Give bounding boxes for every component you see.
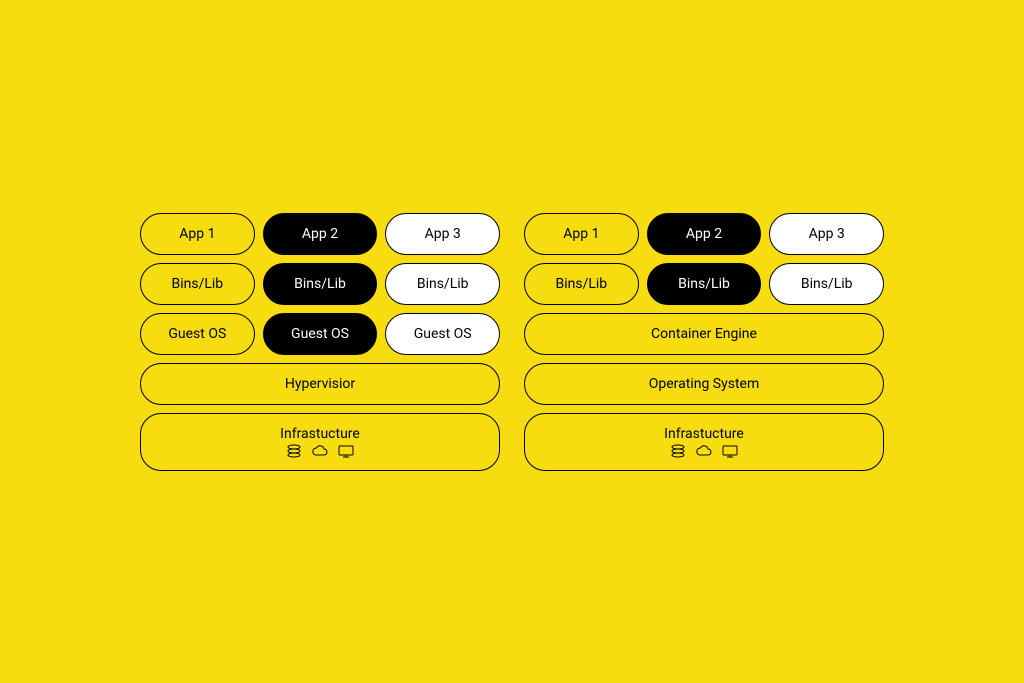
- container-architecture-stack: App 1 App 2 App 3 Bins/Lib Bins/Lib Bins…: [524, 213, 884, 471]
- container-bins-2: Bins/Lib: [647, 263, 762, 305]
- container-infrastructure-label: Infrastucture: [664, 426, 744, 442]
- vm-infrastructure: Infrastucture: [140, 413, 500, 471]
- container-infrastructure-icons: [669, 444, 739, 458]
- database-icon: [285, 444, 303, 458]
- container-app-row: App 1 App 2 App 3: [524, 213, 884, 255]
- cloud-icon: [311, 444, 329, 458]
- container-bins-1: Bins/Lib: [524, 263, 639, 305]
- container-os: Operating System: [524, 363, 884, 405]
- vm-bins-3: Bins/Lib: [385, 263, 500, 305]
- vm-architecture-stack: App 1 App 2 App 3 Bins/Lib Bins/Lib Bins…: [140, 213, 500, 471]
- container-app-3: App 3: [769, 213, 884, 255]
- vm-hypervisor: Hypervisior: [140, 363, 500, 405]
- container-app-1: App 1: [524, 213, 639, 255]
- container-engine-row: Container Engine: [524, 313, 884, 355]
- vm-bins-1: Bins/Lib: [140, 263, 255, 305]
- monitor-icon: [721, 444, 739, 458]
- container-app-2: App 2: [647, 213, 762, 255]
- vm-app-2: App 2: [263, 213, 378, 255]
- vm-hypervisor-row: Hypervisior: [140, 363, 500, 405]
- container-bins-row: Bins/Lib Bins/Lib Bins/Lib: [524, 263, 884, 305]
- container-infrastructure-row: Infrastucture: [524, 413, 884, 471]
- vm-guestos-1: Guest OS: [140, 313, 255, 355]
- vm-app-row: App 1 App 2 App 3: [140, 213, 500, 255]
- container-os-row: Operating System: [524, 363, 884, 405]
- cloud-icon: [695, 444, 713, 458]
- vm-bins-2: Bins/Lib: [263, 263, 378, 305]
- vm-infrastructure-row: Infrastucture: [140, 413, 500, 471]
- container-infrastructure: Infrastucture: [524, 413, 884, 471]
- vm-app-1: App 1: [140, 213, 255, 255]
- vm-guestos-3: Guest OS: [385, 313, 500, 355]
- vm-guestos-2: Guest OS: [263, 313, 378, 355]
- vm-guestos-row: Guest OS Guest OS Guest OS: [140, 313, 500, 355]
- container-bins-3: Bins/Lib: [769, 263, 884, 305]
- container-engine: Container Engine: [524, 313, 884, 355]
- database-icon: [669, 444, 687, 458]
- vm-bins-row: Bins/Lib Bins/Lib Bins/Lib: [140, 263, 500, 305]
- vm-infrastructure-label: Infrastucture: [280, 426, 360, 442]
- monitor-icon: [337, 444, 355, 458]
- vm-app-3: App 3: [385, 213, 500, 255]
- vm-infrastructure-icons: [285, 444, 355, 458]
